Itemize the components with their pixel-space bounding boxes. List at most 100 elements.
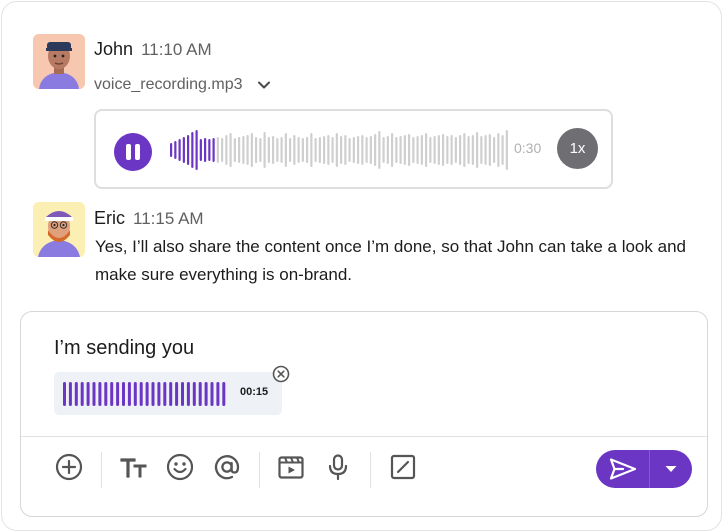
waveform-bar [310,133,313,167]
waveform-bar [484,135,487,165]
waveform-bar [255,137,258,163]
waveform-bar [92,382,96,406]
playback-speed-button[interactable]: 1x [557,128,598,169]
message-time[interactable]: 11:15 AM [133,209,204,228]
pause-button[interactable] [114,133,152,171]
waveform-bar [104,382,108,406]
waveform-bar [212,138,215,162]
waveform-bar [98,382,102,406]
microphone-icon[interactable] [322,451,354,483]
composer-input[interactable]: I’m sending you [54,337,194,360]
waveform-bar [293,135,296,165]
audio-player: 0:30 1x [94,109,613,189]
waveform-bar [476,132,479,168]
waveform-bar [446,136,449,164]
waveform-bar [420,135,423,165]
waveform-bar [80,382,84,406]
chevron-down-icon[interactable] [255,76,273,94]
waveform-bar [459,135,462,165]
send-button-group [596,450,692,488]
waveform-bar [463,133,466,167]
avatar-eric[interactable] [33,202,85,257]
waveform-bar [263,132,266,168]
waveform-bar [416,136,419,164]
waveform-bar [403,135,406,165]
message-time[interactable]: 11:10 AM [141,40,212,59]
video-clip-icon[interactable] [275,451,307,483]
waveform-bar [250,133,253,167]
waveform-bar [480,136,483,164]
waveform-bar [246,135,249,165]
waveform-bar [174,141,177,159]
waveform-bar [399,136,402,164]
plus-circle-icon[interactable] [53,451,85,483]
waveform-bar [259,138,262,162]
waveform-bar [242,136,245,164]
waveform-bar [229,133,232,167]
close-circle-icon[interactable] [272,365,290,383]
waveform-bar [68,382,72,406]
waveform-bar [192,382,196,406]
file-header: voice_recording.mp3 [94,74,273,96]
waveform-bar [391,133,394,167]
waveform-bar [314,138,317,162]
waveform-bar [221,138,224,162]
waveform-bar [116,382,120,406]
author-name[interactable]: John [94,39,133,59]
message-header-eric: Eric 11:15 AM [94,207,204,230]
waveform-bar [505,130,508,170]
waveform-bar [382,137,385,163]
waveform-bar [178,139,181,161]
file-name[interactable]: voice_recording.mp3 [94,76,243,94]
voice-attachment[interactable]: 00:15 [54,372,282,415]
waveform-bar [488,134,491,166]
author-name[interactable]: Eric [94,208,125,228]
waveform-bar [395,137,398,163]
send-icon [609,458,636,480]
waveform-bar [86,382,90,406]
waveform-bar [216,382,220,406]
waveform-bar [133,382,137,406]
waveform-bar [501,135,504,165]
waveform-bar [361,135,364,165]
waveform-bar [182,137,185,163]
audio-waveform[interactable] [168,125,508,175]
waveform-bar [331,137,334,163]
waveform-bar [204,382,208,406]
mention-icon[interactable] [211,451,243,483]
waveform-bar [186,382,190,406]
send-options-button[interactable] [650,450,692,488]
waveform-bar [425,133,428,167]
emoji-icon[interactable] [164,451,196,483]
waveform-bar [139,382,143,406]
composer-divider [21,436,707,437]
waveform-bar [284,133,287,167]
waveform-bar [222,382,226,406]
waveform-bar [369,136,372,164]
waveform-bar [374,134,377,166]
avatar-john[interactable] [33,34,85,89]
waveform-bar [208,139,211,161]
waveform-bar [169,382,173,406]
waveform-bar [318,137,321,163]
waveform-bar [276,138,279,162]
waveform-bar [110,382,114,406]
waveform-bar [225,135,228,165]
waveform-bar [151,382,155,406]
waveform-bar [122,382,125,406]
waveform-bar [323,136,326,164]
waveform-bar [357,136,360,164]
slash-command-icon[interactable] [387,451,419,483]
waveform-bar [216,137,219,163]
waveform-bar [454,137,457,163]
waveform-bar [306,137,309,163]
text-format-icon[interactable] [118,451,150,483]
toolbar-separator [370,452,371,488]
waveform-bar [497,133,500,167]
waveform-bar [340,136,343,164]
send-button[interactable] [596,450,649,488]
message-header-john: John 11:10 AM [94,38,212,61]
waveform-bar [450,135,453,165]
waveform-bar [181,382,184,406]
waveform-bar [471,135,474,165]
